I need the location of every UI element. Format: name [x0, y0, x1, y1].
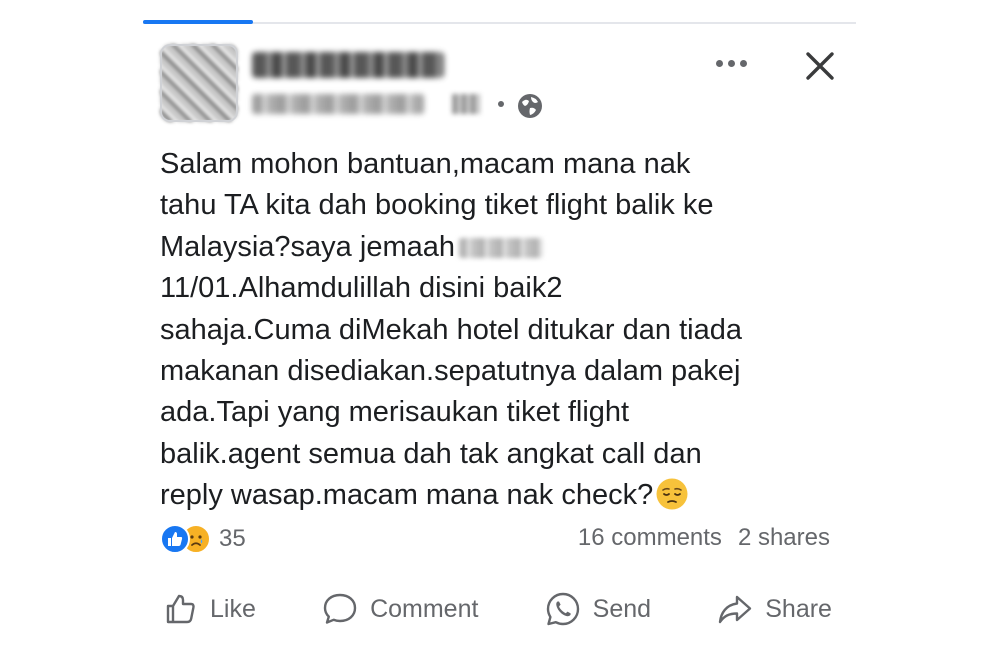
thumbs-up-icon — [166, 594, 195, 624]
shares-count-link[interactable]: 2 shares — [738, 524, 830, 552]
comment-button[interactable]: Comment — [320, 589, 478, 629]
post-line-text: reply wasap.macam mana nak check? — [160, 479, 654, 512]
post-meta-redacted — [252, 94, 424, 114]
share-label: Share — [765, 594, 832, 623]
post-header — [160, 44, 850, 124]
post-line-with-redaction: Malaysia?saya jemaah — [160, 227, 850, 268]
comment-label: Comment — [370, 594, 479, 623]
like-button[interactable]: Like — [160, 589, 256, 629]
engagement-counts: 16 comments 2 shares — [578, 524, 830, 552]
close-icon[interactable] — [800, 46, 840, 86]
author-name-redacted[interactable] — [252, 52, 444, 78]
post-line-with-emoji: reply wasap.macam mana nak check? — [160, 475, 850, 516]
post-time-redacted[interactable] — [452, 94, 480, 114]
more-options-icon[interactable] — [706, 48, 756, 78]
post-stats: 35 16 comments 2 shares — [160, 522, 850, 556]
post-line-text: Malaysia?saya jemaah — [160, 230, 455, 263]
post-line: ada.Tapi yang merisaukan tiket flight — [160, 396, 630, 429]
reaction-count: 35 — [219, 525, 246, 552]
reactions-summary[interactable]: 35 — [160, 522, 246, 556]
send-label: Send — [592, 594, 652, 623]
active-tab-indicator — [143, 20, 253, 24]
like-reaction-icon — [160, 524, 190, 554]
comments-count-link[interactable]: 16 comments — [578, 524, 722, 552]
globe-icon — [518, 94, 542, 118]
like-label: Like — [210, 594, 256, 623]
comment-bubble-icon — [323, 593, 357, 624]
whatsapp-icon — [546, 592, 579, 626]
avatar-border — [160, 44, 238, 122]
post-line: Salam mohon bantuan,macam mana nak — [160, 148, 691, 180]
meta-separator-dot — [498, 101, 504, 107]
share-button[interactable]: Share — [715, 589, 832, 629]
pensive-face-icon — [656, 478, 688, 510]
post-actions: Like Comment Send Share — [160, 584, 850, 634]
post-line: sahaja.Cuma diMekah hotel ditukar dan ti… — [160, 313, 742, 346]
send-button[interactable]: Send — [543, 589, 651, 629]
post-body: Salam mohon bantuan,macam mana nak tahu T… — [160, 144, 850, 517]
post-line: balik.agent semua dah tak angkat call da… — [160, 437, 702, 470]
post-line: 11/01.Alhamdulillah disini baik2 — [160, 272, 563, 305]
post-line: makanan disediakan.sepatutnya dalam pake… — [160, 355, 741, 388]
share-arrow-icon — [719, 595, 752, 624]
redacted-word — [458, 238, 543, 259]
post-line: tahu TA kita dah booking tiket flight ba… — [160, 189, 714, 222]
